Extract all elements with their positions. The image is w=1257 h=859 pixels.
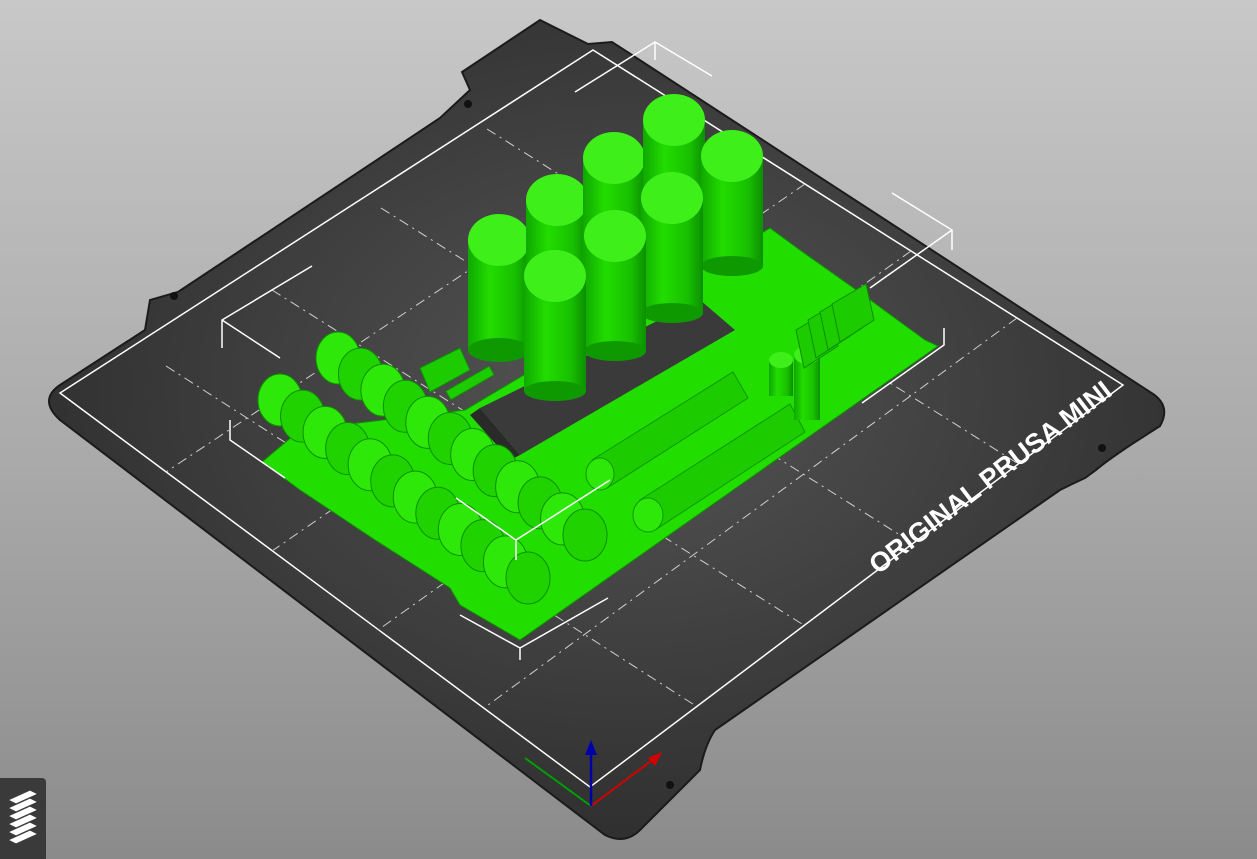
capacitor <box>468 214 530 362</box>
capacitor <box>524 250 586 401</box>
3d-viewport[interactable]: ORIGINAL PRUSA MINI <box>0 0 1257 859</box>
small-capacitor <box>769 352 793 396</box>
layers-icon <box>6 789 40 844</box>
capacitor <box>701 130 763 276</box>
bed-hole <box>1098 444 1106 452</box>
bed-hole <box>464 100 472 108</box>
layers-view-button[interactable] <box>0 778 46 859</box>
tube-ring <box>505 551 551 605</box>
capacitor <box>584 210 646 361</box>
tube-ring <box>562 508 608 562</box>
bed-hole <box>170 292 178 300</box>
bed-hole <box>666 781 674 789</box>
capacitor <box>641 172 703 323</box>
